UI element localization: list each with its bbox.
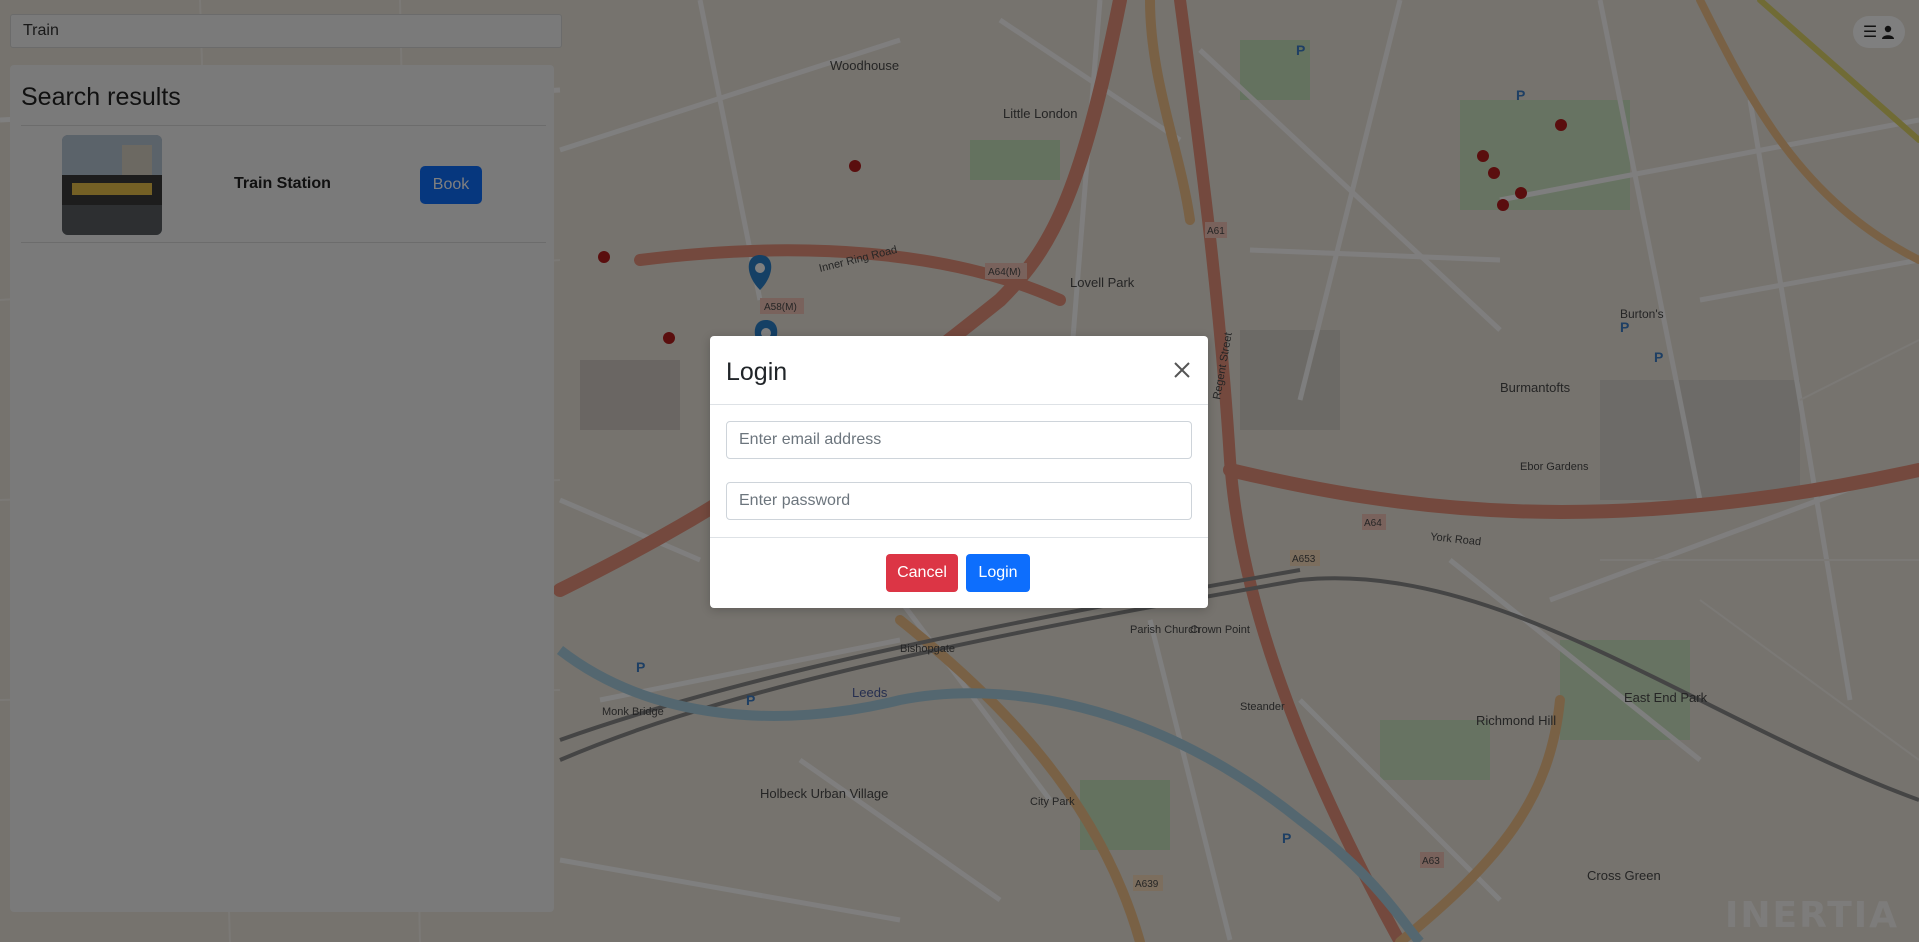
close-icon [1174, 362, 1190, 378]
close-button[interactable] [1170, 358, 1194, 382]
email-field[interactable] [726, 421, 1192, 459]
password-field[interactable] [726, 482, 1192, 520]
cancel-button[interactable]: Cancel [886, 554, 958, 592]
modal-title: Login [726, 358, 788, 386]
login-modal: Login Cancel Login [710, 336, 1208, 608]
modal-header: Login [710, 336, 1208, 405]
modal-footer: Cancel Login [710, 537, 1208, 609]
login-button[interactable]: Login [966, 554, 1030, 592]
